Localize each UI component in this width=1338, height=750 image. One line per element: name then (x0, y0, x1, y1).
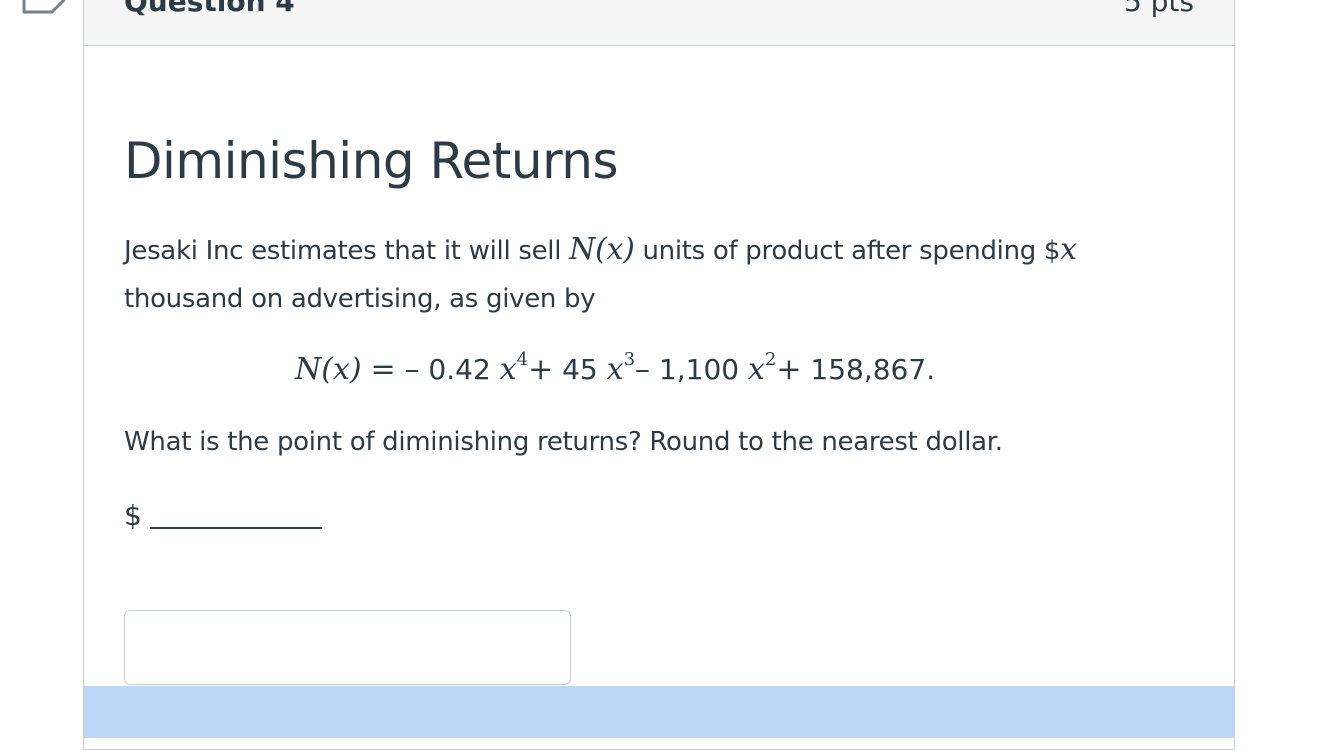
intro-math-n-of-x: N(x) (569, 232, 635, 267)
term1-sign: – (404, 352, 420, 387)
term1-coef: 0.42 (419, 353, 500, 386)
term2-coef: 45 (553, 353, 607, 386)
question-footer-bar (84, 686, 1235, 738)
question-heading: Diminishing Returns (124, 132, 619, 190)
answer-blank-line (150, 527, 322, 529)
term1-var: x (499, 352, 517, 387)
equation: N(x) = – 0.42 x4+ 45 x3– 1,100 x2+ 158,8… (295, 346, 935, 394)
question-header: Question 4 5 pts (84, 0, 1234, 46)
flag-icon[interactable] (22, 0, 66, 16)
term4-coef: 158,867. (801, 353, 936, 386)
intro-math-x: x (1060, 232, 1077, 267)
intro-text-1: Jesaki Inc estimates that it will sell (124, 236, 570, 266)
term1-exp: 4 (516, 349, 529, 370)
term3-sign: – (635, 352, 651, 387)
term4-sign: + (776, 352, 802, 387)
question-points: 5 pts (1123, 0, 1194, 18)
equation-lhs: N(x) (295, 352, 362, 387)
equation-equals: = (370, 352, 396, 387)
question-intro: Jesaki Inc estimates that it will sell N… (124, 226, 1204, 323)
intro-text-2: units of product after spending $ (634, 236, 1061, 266)
term2-sign: + (528, 352, 554, 387)
term2-var: x (606, 352, 624, 387)
term3-var: x (747, 352, 765, 387)
question-prompt: What is the point of diminishing returns… (124, 427, 1003, 457)
question-title: Question 4 (124, 0, 295, 18)
answer-input[interactable] (124, 610, 571, 685)
intro-text-3: thousand on advertising, as given by (124, 284, 596, 314)
term3-coef: 1,100 (650, 353, 748, 386)
term2-exp: 3 (623, 349, 636, 370)
term3-exp: 2 (764, 349, 777, 370)
answer-dollar-sign: $ (124, 499, 142, 532)
